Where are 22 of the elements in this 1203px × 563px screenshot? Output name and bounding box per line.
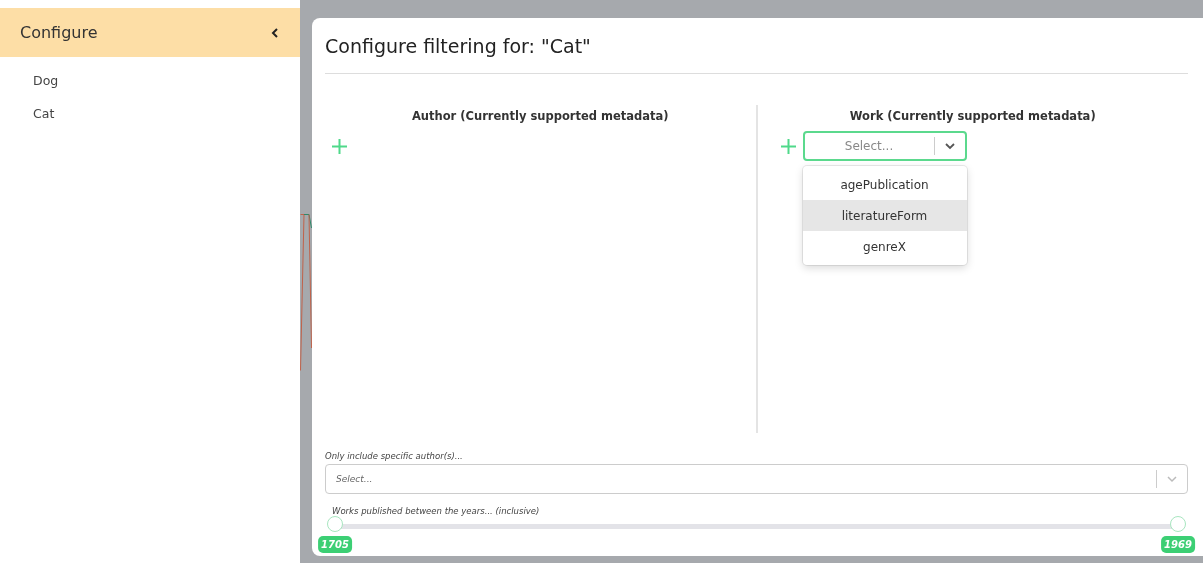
slider-handle[interactable] xyxy=(327,516,343,532)
slider-handle[interactable] xyxy=(1170,516,1186,532)
column-heading: Author (Currently supported metadata) xyxy=(411,109,669,123)
add-icon[interactable] xyxy=(779,138,797,155)
slider-label: Works published between the years... (inclusive) xyxy=(332,506,541,516)
sidebar-item[interactable]: Cat xyxy=(33,106,55,121)
select-field[interactable]: Select... xyxy=(802,131,967,161)
value-badge: 1705 xyxy=(318,536,352,553)
dialog-title: Configure filtering for: "Cat" xyxy=(325,18,1188,74)
dropdown-option[interactable]: agePublication xyxy=(802,169,967,200)
chevron-down-icon xyxy=(1166,475,1178,483)
sidebar-item[interactable]: Dog xyxy=(33,73,59,88)
author-select-field[interactable]: Select... xyxy=(325,464,1188,494)
column-heading: Work (Currently supported metadata) xyxy=(849,109,1096,123)
sidebar-title: Configure xyxy=(20,23,98,42)
add-icon[interactable] xyxy=(331,138,348,155)
field-label: Only include specific author(s)... xyxy=(325,451,464,461)
dropdown-option[interactable]: literatureForm xyxy=(802,200,967,231)
dropdown-option[interactable]: genreX xyxy=(802,231,967,262)
value-badge: 1969 xyxy=(1161,536,1195,553)
chevron-down-icon xyxy=(943,142,956,150)
collapse-chevron-icon[interactable] xyxy=(270,26,280,39)
